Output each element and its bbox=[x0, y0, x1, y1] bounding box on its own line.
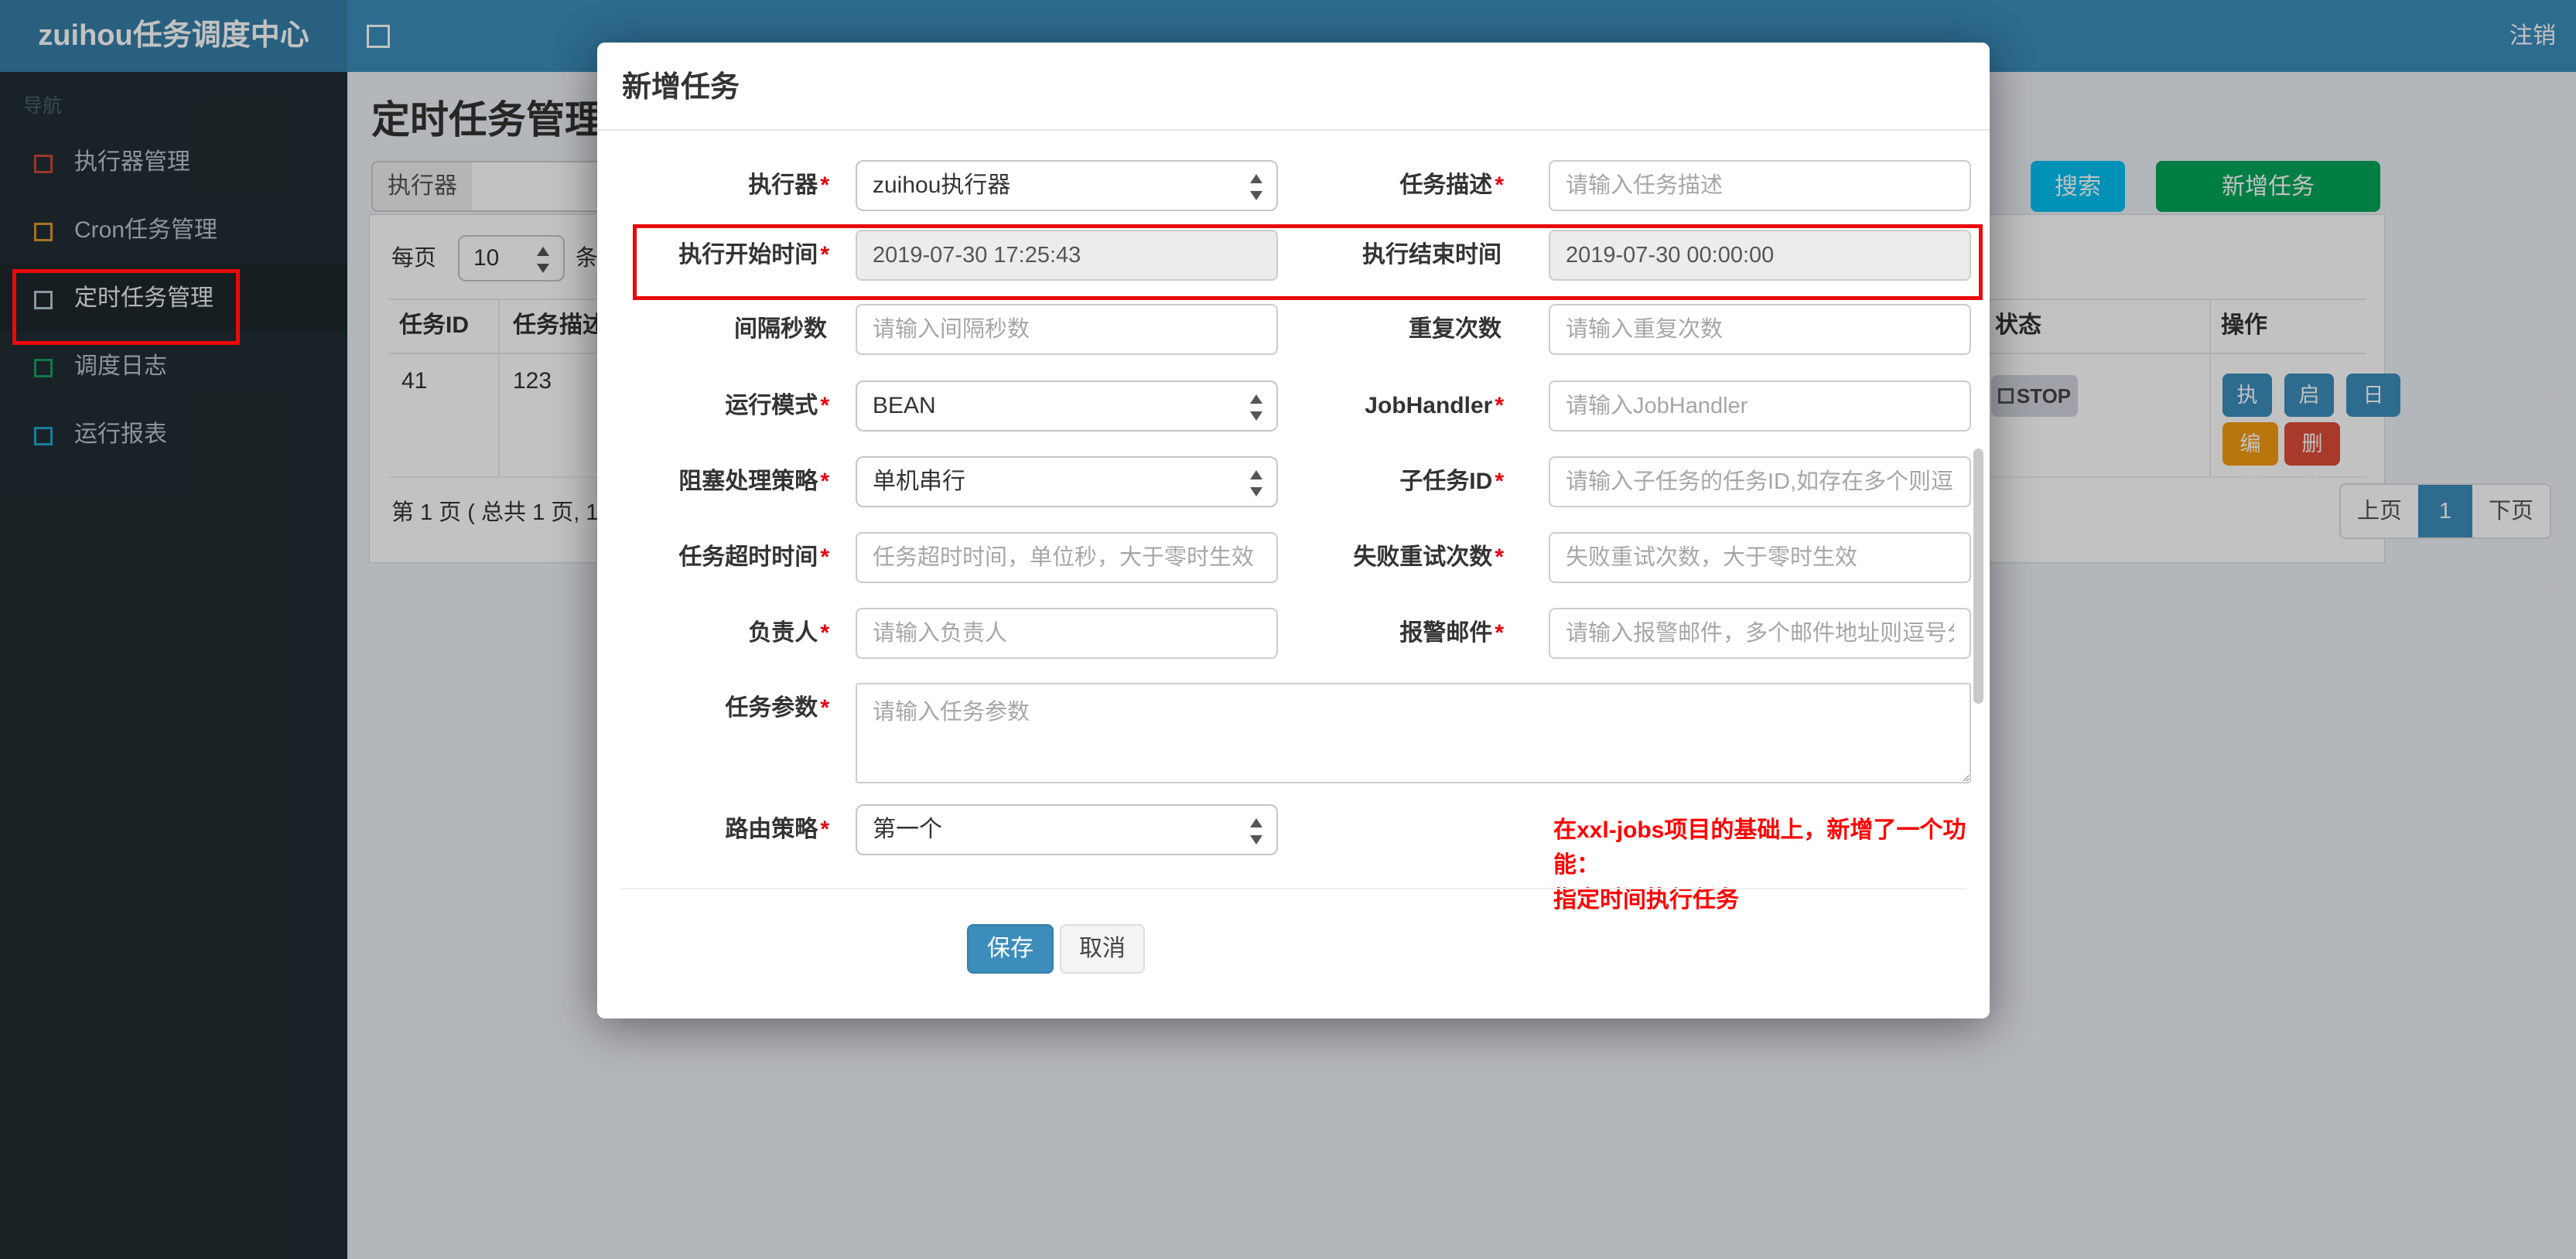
form-row: 任务参数 * bbox=[597, 683, 1990, 783]
form-row: 执行器 * zuihou执行器 任务描述 * bbox=[597, 160, 1990, 211]
form-row: 阻塞处理策略 * 单机串行 子任务ID * bbox=[597, 456, 1990, 507]
executor-label: 执行器 * bbox=[748, 172, 829, 198]
interval-input[interactable] bbox=[856, 304, 1278, 355]
modal-scrollbar-thumb[interactable] bbox=[1973, 449, 1983, 704]
repeat-count-input[interactable] bbox=[1549, 304, 1971, 355]
job-handler-label: JobHandler * bbox=[1365, 393, 1504, 418]
repeat-count-label: 重复次数 bbox=[1409, 316, 1502, 342]
run-mode-label: 运行模式 * bbox=[725, 393, 829, 418]
executor-select[interactable]: zuihou执行器 bbox=[856, 160, 1278, 211]
block-strategy-label: 阻塞处理策略 * bbox=[678, 469, 829, 494]
fail-retry-label: 失败重试次数 * bbox=[1353, 544, 1504, 570]
route-strategy-select-value: 第一个 bbox=[873, 817, 942, 842]
alarm-email-input[interactable] bbox=[1549, 608, 1971, 659]
select-arrows-icon bbox=[1250, 393, 1262, 422]
timeout-input[interactable] bbox=[856, 532, 1278, 583]
annotation-note-text: 在xxl-jobs项目的基础上，新增了一个功能： 指定时间执行任务 bbox=[1553, 813, 1990, 917]
route-strategy-select[interactable]: 第一个 bbox=[856, 804, 1278, 855]
interval-label: 间隔秒数 bbox=[734, 316, 827, 342]
modal-footer-divider bbox=[620, 888, 1966, 889]
job-param-label: 任务参数 * bbox=[725, 695, 829, 721]
cancel-button[interactable]: 取消 bbox=[1060, 924, 1145, 974]
job-desc-input[interactable] bbox=[1549, 160, 1971, 211]
form-row: 间隔秒数 重复次数 bbox=[597, 304, 1990, 355]
child-job-id-input[interactable] bbox=[1549, 456, 1971, 507]
block-strategy-select-value: 单机串行 bbox=[873, 469, 965, 494]
block-strategy-select[interactable]: 单机串行 bbox=[856, 456, 1278, 507]
owner-input[interactable] bbox=[856, 608, 1278, 659]
owner-label: 负责人 * bbox=[748, 620, 829, 646]
alarm-email-label: 报警邮件 * bbox=[1399, 620, 1504, 646]
fail-retry-input[interactable] bbox=[1549, 532, 1971, 583]
app-root: zuihou任务调度中心 注销 导航 执行器管理 Cron任务管理 定时任务管理… bbox=[0, 0, 2576, 1259]
save-button[interactable]: 保存 bbox=[967, 924, 1054, 974]
timeout-label: 任务超时时间 * bbox=[678, 544, 829, 570]
select-arrows-icon bbox=[1250, 817, 1262, 846]
job-desc-label: 任务描述 * bbox=[1399, 172, 1504, 198]
form-row: 运行模式 * BEAN JobHandler * bbox=[597, 380, 1990, 432]
select-arrows-icon bbox=[1250, 469, 1262, 498]
job-param-textarea[interactable] bbox=[856, 683, 1971, 783]
run-mode-select[interactable]: BEAN bbox=[856, 380, 1278, 432]
select-arrows-icon bbox=[1250, 172, 1262, 202]
run-mode-select-value: BEAN bbox=[873, 393, 936, 418]
annotation-box-sidebar-item bbox=[12, 269, 240, 345]
child-job-id-label: 子任务ID * bbox=[1399, 469, 1504, 494]
form-row: 任务超时时间* 失败重试次数* bbox=[597, 532, 1990, 583]
modal-header-divider bbox=[597, 129, 1990, 131]
annotation-box-time-row bbox=[633, 224, 1983, 300]
job-handler-input[interactable] bbox=[1549, 380, 1971, 432]
add-job-modal: 新增任务 执行器* zuihou执行器 任务描述* 执行开始时间* 2019-0… bbox=[597, 43, 1990, 1018]
route-strategy-label: 路由策略 * bbox=[725, 817, 829, 842]
annotation-note-line1: 在xxl-jobs项目的基础上，新增了一个功能： bbox=[1553, 817, 1966, 878]
modal-title: 新增任务 bbox=[622, 71, 740, 104]
form-row: 负责人* 报警邮件* bbox=[597, 608, 1990, 659]
executor-select-value: zuihou执行器 bbox=[873, 172, 1011, 198]
